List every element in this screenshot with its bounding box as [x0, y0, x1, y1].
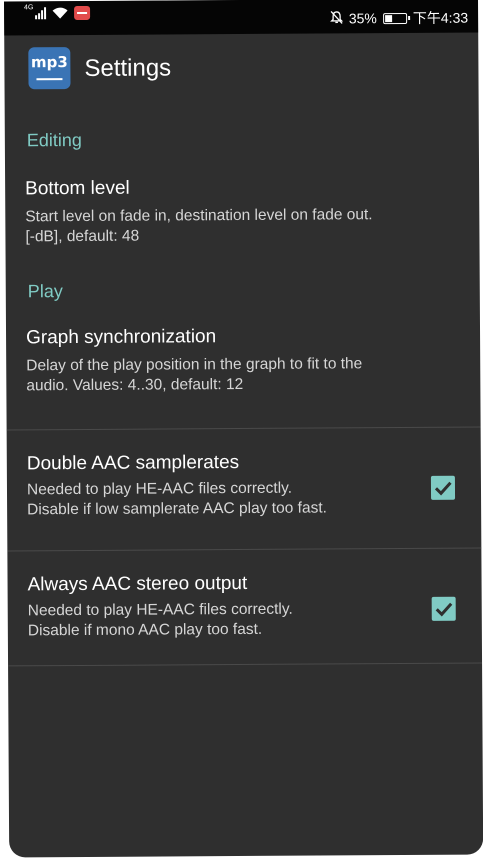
pref-always-aac-stereo-output[interactable]: Always AAC stereo output Needed to play … — [7, 549, 482, 666]
pref-title: Always AAC stereo output — [27, 572, 248, 596]
pref-title: Double AAC samplerates — [26, 452, 240, 475]
app-notification-icon — [74, 5, 91, 21]
status-bar-left: 4G — [24, 3, 91, 21]
pref-summary: Needed to play HE-AAC files correctly. D… — [28, 599, 408, 641]
pref-graph-synchronization[interactable]: Graph synchronization Delay of the play … — [6, 319, 481, 430]
battery-fill — [384, 14, 393, 22]
pref-summary: Start level on fade in, destination leve… — [25, 205, 405, 247]
settings-list: Editing Bottom level Start level on fade… — [5, 105, 483, 667]
pref-summary-line: Delay of the play position in the graph … — [26, 355, 363, 375]
pref-double-aac-samplerates[interactable]: Double AAC samplerates Needed to play HE… — [7, 428, 482, 551]
battery-icon — [382, 12, 407, 24]
mute-icon — [329, 10, 343, 27]
pref-title: Graph synchronization — [25, 326, 217, 349]
pref-summary-line: Needed to play HE-AAC files correctly. — [27, 600, 293, 620]
page-title: Settings — [84, 54, 172, 82]
app-logo-text: mp3 — [30, 53, 68, 72]
pref-summary-line: Disable if mono AAC play too fast. — [27, 620, 263, 640]
phone-screen: 4G 35% 下午4:33 mp3 Settings Editing Botto… — [4, 0, 483, 858]
pref-summary-line: audio. Values: 4..30, default: 12 — [26, 375, 244, 395]
pref-summary-line: Needed to play HE-AAC files correctly. — [26, 479, 293, 499]
pref-summary: Needed to play HE-AAC files correctly. D… — [27, 478, 407, 520]
pref-title: Bottom level — [25, 177, 130, 200]
always-aac-stereo-checkbox[interactable] — [431, 596, 456, 621]
double-aac-checkbox[interactable] — [430, 475, 456, 500]
check-icon — [434, 481, 452, 496]
pref-summary-line: Start level on fade in, destination leve… — [25, 206, 373, 226]
pref-summary-line: Disable if low samplerate AAC play too f… — [27, 499, 327, 519]
app-logo-icon: mp3 — [28, 47, 71, 90]
category-play: Play — [27, 281, 63, 302]
pref-summary-line: [-dB], default: 48 — [25, 227, 140, 246]
network-type-label: 4G — [24, 3, 34, 11]
status-bar-right: 35% 下午4:33 — [329, 8, 469, 29]
pref-bottom-level[interactable]: Bottom level Start level on fade in, des… — [5, 159, 480, 282]
battery-percent: 35% — [348, 10, 377, 27]
status-bar: 4G 35% 下午4:33 — [4, 0, 479, 36]
wifi-icon — [52, 7, 68, 19]
signal-icon — [35, 7, 47, 20]
status-time: 下午4:33 — [412, 9, 469, 26]
pref-summary: Delay of the play position in the graph … — [26, 354, 406, 396]
check-icon — [435, 602, 453, 617]
app-toolbar: mp3 Settings — [4, 33, 478, 108]
category-editing: Editing — [26, 129, 82, 151]
